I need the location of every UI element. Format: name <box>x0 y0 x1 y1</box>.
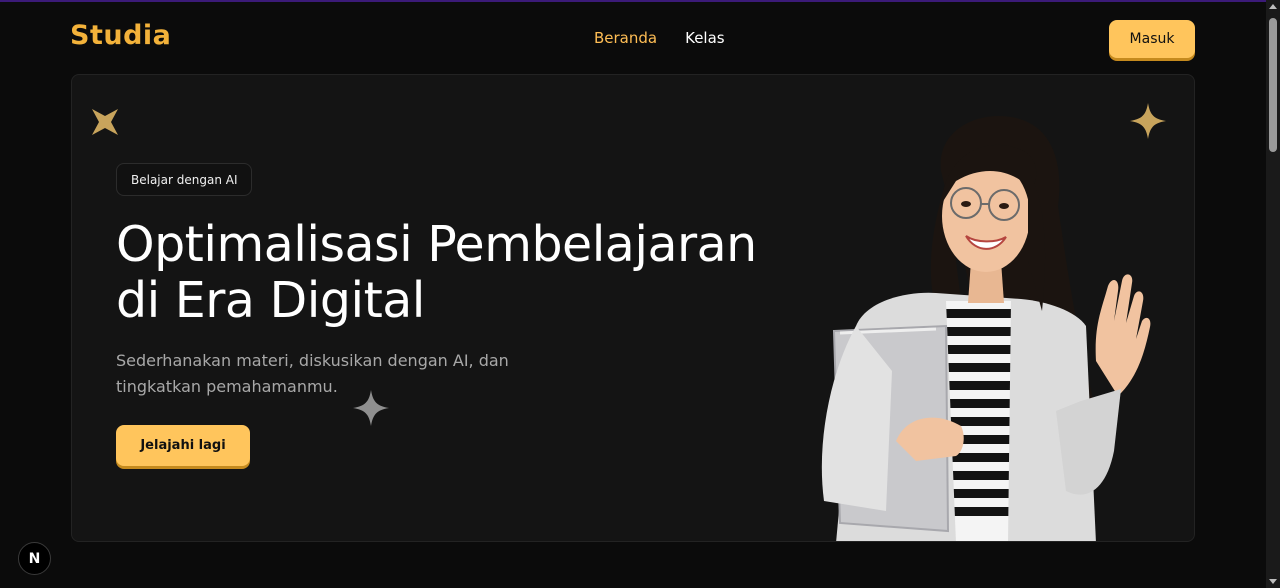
sparkle-icon <box>92 109 118 135</box>
nav-item-beranda[interactable]: Beranda <box>594 29 657 47</box>
hero-headline-line-2: di Era Digital <box>116 272 425 329</box>
scroll-down-icon[interactable] <box>1269 579 1277 584</box>
nav-item-kelas[interactable]: Kelas <box>685 29 725 47</box>
hero-badge: Belajar dengan AI <box>116 163 253 196</box>
hero-card: Belajar dengan AI Optimalisasi Pembelaja… <box>71 74 1195 542</box>
scroll-up-icon[interactable] <box>1269 4 1277 9</box>
scrollbar-thumb[interactable] <box>1269 18 1277 152</box>
login-button[interactable]: Masuk <box>1109 20 1195 58</box>
hero-woman-image <box>821 115 1151 541</box>
hero-headline-line-1: Optimalisasi Pembelajaran <box>116 216 757 273</box>
hero-subtitle-line-2: tingkatkan pemahamanmu. <box>116 377 338 396</box>
hero-subtitle-line-1: Sederhanakan materi, diskusikan dengan A… <box>116 351 509 370</box>
hero-headline: Optimalisasi Pembelajaran di Era Digital <box>116 217 796 329</box>
explore-button[interactable]: Jelajahi lagi <box>116 425 250 466</box>
next-logo-icon[interactable]: N <box>18 542 51 575</box>
brand-logo[interactable]: Studia <box>70 20 171 51</box>
main-nav: Beranda Kelas <box>594 29 725 47</box>
hero-subtitle: Sederhanakan materi, diskusikan dengan A… <box>116 348 536 400</box>
window-top-accent-line <box>0 0 1266 2</box>
page-scrollbar[interactable] <box>1266 0 1280 588</box>
